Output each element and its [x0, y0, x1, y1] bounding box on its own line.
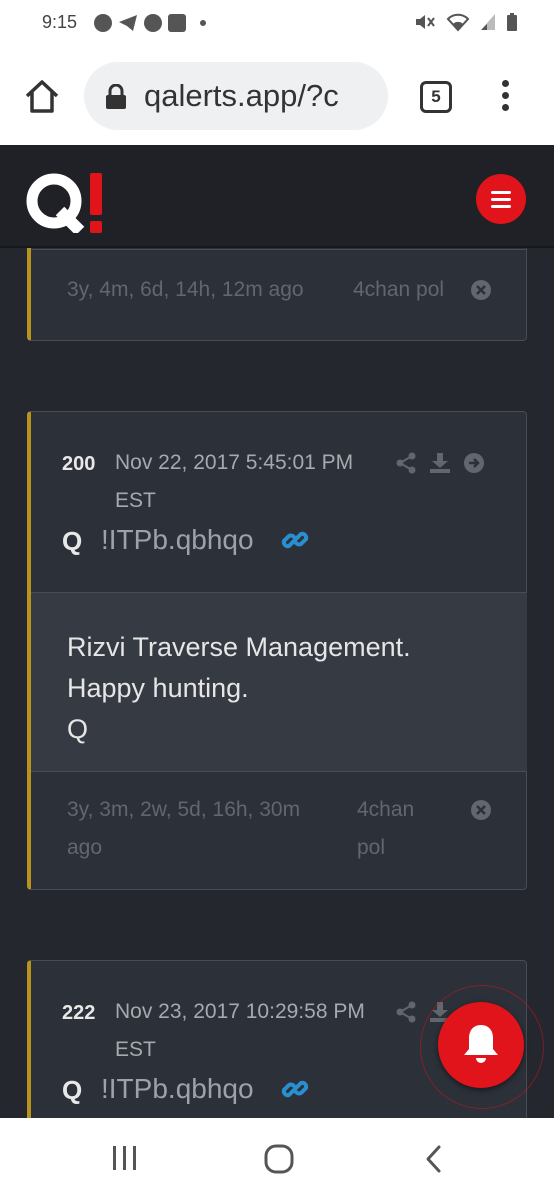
share-icon[interactable] — [395, 1001, 417, 1023]
post-age: 3y, 4m, 6d, 14h, 12m ago — [67, 278, 304, 301]
link-icon[interactable] — [280, 525, 310, 555]
more-menu-icon[interactable] — [495, 80, 515, 116]
post-card: 200 Nov 22, 2017 5:45:01 PM EST Q !ITPb.… — [27, 411, 527, 890]
post-source: 4chan pol — [357, 798, 415, 859]
bell-icon — [464, 1025, 498, 1063]
app-header — [0, 145, 554, 248]
post-age: 3y, 3m, 2w, 5d, 16h, 30m ago — [67, 798, 301, 859]
arrow-right-circle-icon[interactable] — [463, 452, 485, 474]
tab-switcher-button[interactable]: 5 — [420, 81, 452, 113]
url-text: qalerts.app/?c — [144, 78, 339, 113]
facebook-icon — [168, 14, 186, 32]
messenger-icon — [94, 14, 112, 32]
menu-button[interactable] — [476, 174, 526, 224]
dot-icon — [200, 20, 206, 26]
back-icon[interactable] — [424, 1144, 444, 1174]
post-date: Nov 23, 2017 10:29:58 PM EST — [115, 1000, 365, 1061]
q-logo[interactable] — [26, 173, 116, 233]
card-divider — [31, 249, 527, 250]
recent-apps-icon[interactable] — [110, 1144, 140, 1172]
notification-icons — [94, 14, 206, 32]
post-tripcode: !ITPb.qbhqo — [101, 524, 254, 555]
download-icon[interactable] — [429, 452, 451, 474]
wifi-icon — [446, 13, 470, 32]
post-tripcode: !ITPb.qbhqo — [101, 1073, 254, 1104]
post-card: 3y, 4m, 6d, 14h, 12m ago 4chan pol — [27, 248, 527, 341]
post-date: Nov 22, 2017 5:45:01 PM EST — [115, 451, 354, 512]
post-source: 4chan pol — [353, 278, 445, 301]
close-icon[interactable] — [470, 799, 492, 821]
post-body-text: Rizvi Traverse Management. Happy hunting… — [67, 632, 411, 744]
signal-icon — [481, 14, 495, 30]
lock-icon — [106, 84, 126, 109]
messenger-icon — [144, 14, 162, 32]
post-author: Q — [62, 526, 83, 556]
post-author: Q — [62, 1075, 83, 1105]
link-icon[interactable] — [280, 1074, 310, 1104]
system-icons — [414, 12, 518, 32]
post-number: 200 — [62, 453, 96, 475]
notifications-button[interactable] — [438, 1002, 524, 1088]
post-number: 222 — [62, 1002, 96, 1024]
share-icon[interactable] — [395, 452, 417, 474]
close-icon[interactable] — [470, 279, 492, 301]
post-actions — [395, 452, 485, 474]
browser-toolbar: qalerts.app/?c 5 — [0, 48, 554, 145]
telegram-icon — [118, 14, 138, 32]
post-body: Rizvi Traverse Management. Happy hunting… — [31, 592, 527, 772]
status-time: 9:15 — [42, 12, 78, 32]
mute-icon — [416, 15, 435, 29]
address-bar[interactable]: qalerts.app/?c — [84, 62, 388, 130]
status-bar: 9:15 — [0, 0, 554, 48]
home-nav-icon[interactable] — [264, 1144, 294, 1174]
battery-icon — [507, 13, 517, 31]
home-icon[interactable] — [22, 76, 62, 116]
system-nav-bar — [0, 1118, 554, 1200]
